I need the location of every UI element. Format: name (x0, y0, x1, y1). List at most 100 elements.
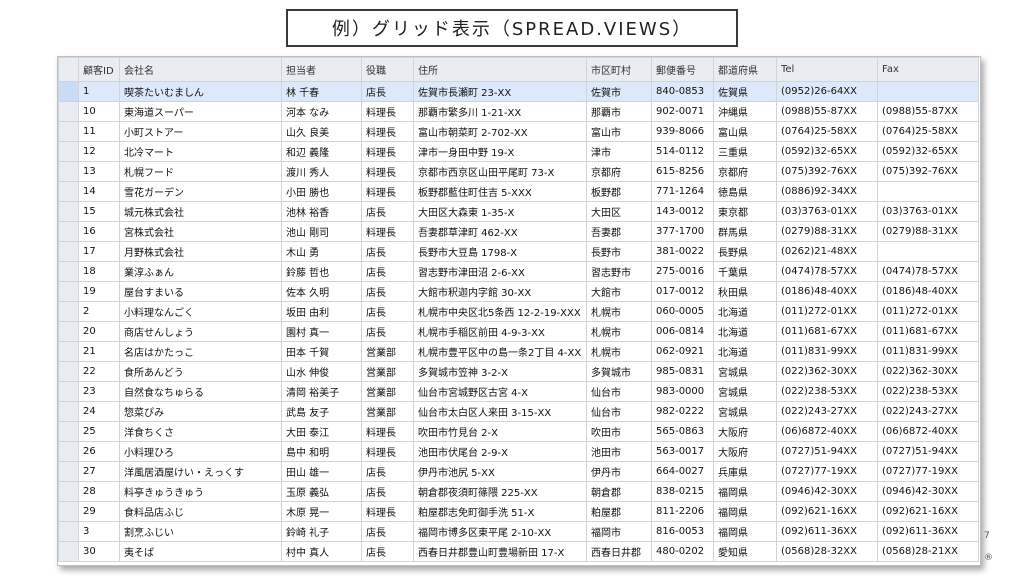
grid-cell[interactable]: (0727)77-19XX (776, 461, 878, 482)
grid-cell[interactable]: 木原 晃一 (281, 501, 362, 522)
grid-cell[interactable]: 料理長 (361, 101, 414, 122)
grid-cell[interactable]: 沖縄県 (713, 101, 777, 122)
grid-cell[interactable]: 林 千春 (281, 81, 362, 102)
grid-cell[interactable]: (0946)42-30XX (877, 481, 979, 502)
grid-cell[interactable]: 秋田県 (713, 281, 777, 302)
grid-cell[interactable]: (0727)51-94XX (776, 441, 878, 462)
grid-cell[interactable]: (092)621-16XX (776, 501, 878, 522)
table-row[interactable]: 22 食所あんどう 山水 伸俊 営業部 多賀城市笠神 3-2-X 多賀城市 985-0831… (58, 361, 979, 382)
grid-cell[interactable]: (0279)88-31XX (776, 221, 878, 242)
table-row[interactable]: 28 料亭きゅうきゅう 玉原 義弘 店長 朝倉郡夜須町篠隈 225-XX 朝倉郡 838-0… (58, 481, 979, 502)
grid-cell[interactable]: 大館市釈迦内字館 30-XX (413, 281, 587, 302)
grid-cell[interactable]: 板野郡 (586, 181, 652, 202)
grid-cell[interactable]: 25 (78, 421, 120, 442)
grid-cell[interactable]: 佐賀市 (586, 81, 652, 102)
grid-cell[interactable]: 939-8066 (651, 121, 714, 142)
grid-cell[interactable]: 565-0863 (651, 421, 714, 442)
grid-cell[interactable]: 池林 裕香 (281, 201, 362, 222)
grid-cell[interactable]: 大阪府 (713, 421, 777, 442)
grid-cell[interactable]: (0592)32-65XX (877, 141, 979, 162)
grid-cell[interactable]: (022)238-53XX (877, 381, 979, 402)
grid-cell[interactable]: 29 (78, 501, 120, 522)
grid-cell[interactable]: 札幌市豊平区中の島一条2丁目 4-XX (413, 341, 587, 362)
grid-cell[interactable]: (0262)21-48XX (776, 241, 878, 262)
grid-cell[interactable]: 池田市 (586, 441, 652, 462)
grid-cell[interactable]: 池山 剛司 (281, 221, 362, 242)
grid-cell[interactable]: 山久 良美 (281, 121, 362, 142)
grid-cell[interactable]: 京都市西京区山田平尾町 73-X (413, 161, 587, 182)
grid-cell[interactable]: (0186)48-40XX (776, 281, 878, 302)
grid-cell[interactable]: 19 (78, 281, 120, 302)
grid-cell[interactable]: 富山県 (713, 121, 777, 142)
grid-cell[interactable]: 津市一身田中野 19-X (413, 141, 587, 162)
corner-cell[interactable] (58, 57, 79, 82)
grid-cell[interactable]: 22 (78, 361, 120, 382)
table-row[interactable]: 21 名店はかたっこ 田本 千賀 営業部 札幌市豊平区中の島一条2丁目 4-XX 札幌市 0… (58, 341, 979, 362)
grid-cell[interactable]: 佐賀市長瀬町 23-XX (413, 81, 587, 102)
grid-cell[interactable]: (03)3763-01XX (776, 201, 878, 222)
grid-cell[interactable]: 16 (78, 221, 120, 242)
column-header[interactable]: 担当者 (281, 57, 362, 82)
grid-cell[interactable]: (011)272-01XX (877, 301, 979, 322)
row-header[interactable] (58, 481, 79, 502)
grid-cell[interactable]: 札幌市 (586, 341, 652, 362)
grid-cell[interactable]: (0988)55-87XX (776, 101, 878, 122)
grid-cell[interactable]: 料亭きゅうきゅう (119, 481, 282, 502)
column-header[interactable]: 都道府県 (713, 57, 777, 82)
row-header[interactable] (58, 181, 79, 202)
table-row[interactable]: 27 洋風居酒屋けい・えっくす 田山 雄一 店長 伊丹市池尻 5-XX 伊丹市 664-00… (58, 461, 979, 482)
grid-cell[interactable]: 大田区大森東 1-35-X (413, 201, 587, 222)
row-header[interactable] (58, 141, 79, 162)
grid-cell[interactable]: (0279)88-31XX (877, 221, 979, 242)
grid-cell[interactable]: 福岡県 (713, 481, 777, 502)
grid-cell[interactable]: 長野市大豆島 1798-X (413, 241, 587, 262)
grid-cell[interactable]: 自然食なちゅらる (119, 381, 282, 402)
grid-cell[interactable]: 料理長 (361, 161, 414, 182)
grid-cell[interactable]: 062-0921 (651, 341, 714, 362)
grid-cell[interactable]: 小田 勝也 (281, 181, 362, 202)
grid-cell[interactable]: (0186)48-40XX (877, 281, 979, 302)
grid-cell[interactable]: 池田市伏尾台 2-9-X (413, 441, 587, 462)
row-header[interactable] (58, 301, 79, 322)
grid-cell[interactable]: 山水 伸俊 (281, 361, 362, 382)
grid-cell[interactable]: 習志野市津田沼 2-6-XX (413, 261, 587, 282)
grid-cell[interactable]: 仙台市 (586, 381, 652, 402)
grid-cell[interactable]: 店長 (361, 541, 414, 562)
grid-cell[interactable]: 営業部 (361, 401, 414, 422)
grid-cell[interactable]: 18 (78, 261, 120, 282)
grid-cell[interactable]: 兵庫県 (713, 461, 777, 482)
grid-cell[interactable]: 伊丹市 (586, 461, 652, 482)
grid-cell[interactable]: 東京都 (713, 201, 777, 222)
column-header[interactable]: 市区町村 (586, 57, 652, 82)
row-header[interactable] (58, 361, 79, 382)
grid-cell[interactable]: (0592)32-65XX (776, 141, 878, 162)
grid-cell[interactable]: 店長 (361, 521, 414, 542)
grid-cell[interactable]: 津市 (586, 141, 652, 162)
grid-cell[interactable]: 群馬県 (713, 221, 777, 242)
grid-cell[interactable]: 23 (78, 381, 120, 402)
grid-cell[interactable]: 板野郡藍住町住吉 5-XXX (413, 181, 587, 202)
grid-cell[interactable]: (075)392-76XX (776, 161, 878, 182)
grid-cell[interactable]: 西春日井郡 (586, 541, 652, 562)
grid-cell[interactable]: 大田 泰江 (281, 421, 362, 442)
grid-cell[interactable]: 店長 (361, 261, 414, 282)
grid-cell[interactable]: (0886)92-34XX (776, 181, 878, 202)
grid-cell[interactable]: 商店せんしょう (119, 321, 282, 342)
grid-cell[interactable]: 店長 (361, 201, 414, 222)
grid-cell[interactable]: 和辺 義隆 (281, 141, 362, 162)
table-row[interactable]: 29 食料品店ふじ 木原 晃一 料理長 粕屋郡志免町御手洗 51-X 粕屋郡 811-220… (58, 501, 979, 522)
grid-cell[interactable]: 木山 勇 (281, 241, 362, 262)
grid-cell[interactable]: (0568)28-21XX (877, 541, 979, 562)
row-header[interactable] (58, 421, 79, 442)
grid-cell[interactable]: 福岡県 (713, 501, 777, 522)
grid-cell[interactable]: 札幌市手稲区前田 4-9-3-XX (413, 321, 587, 342)
grid-cell[interactable]: 811-2206 (651, 501, 714, 522)
grid-cell[interactable]: 店長 (361, 81, 414, 102)
grid-cell[interactable]: 10 (78, 101, 120, 122)
grid-cell[interactable]: 大館市 (586, 281, 652, 302)
grid-cell[interactable]: 816-0053 (651, 521, 714, 542)
grid-cell[interactable]: 富山市朝菜町 2-702-XX (413, 121, 587, 142)
grid-cell[interactable]: 060-0005 (651, 301, 714, 322)
row-header[interactable] (58, 381, 79, 402)
grid-cell[interactable]: 札幌市中央区北5条西 12-2-19-XXX (413, 301, 587, 322)
